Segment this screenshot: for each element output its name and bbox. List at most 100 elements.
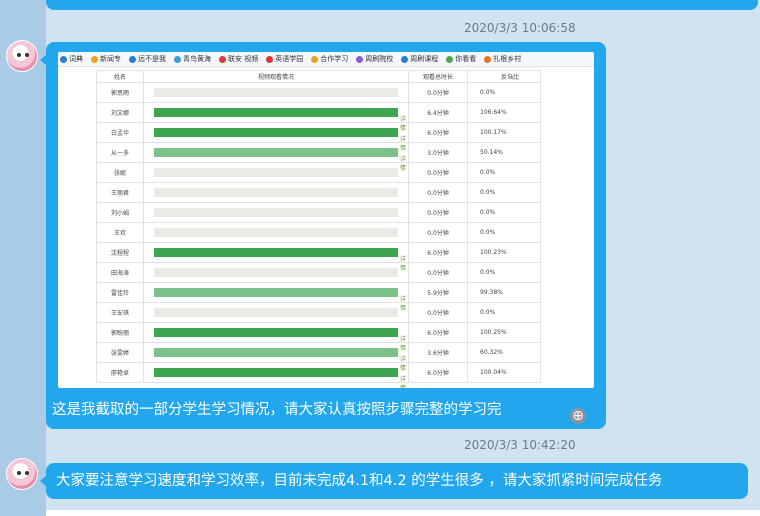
watch-ratio: 100.23% (467, 242, 541, 263)
zoom-icon[interactable]: ⊕ (570, 408, 586, 424)
progress-fill (154, 288, 398, 297)
sender-avatar[interactable] (6, 40, 38, 72)
video-progress-cell: 详情 (143, 362, 409, 388)
student-name: 王欢 (96, 222, 144, 243)
bookmark-label: 扎根乡村 (493, 55, 522, 63)
table-row: 白孟华 详情 6.0分钟 100.17% (96, 122, 541, 152)
bookmark-label: 青鸟黄海 (183, 55, 211, 63)
student-name: 刘小娟 (96, 202, 144, 223)
bookmark-icon (174, 55, 181, 63)
video-progress-cell: 详情 (143, 322, 409, 352)
progress-track (154, 188, 398, 197)
watch-ratio: 0.0% (467, 302, 541, 323)
bookmark-icon (266, 55, 274, 63)
student-name: 从一多 (96, 142, 144, 163)
video-progress-cell: 详情 (143, 342, 409, 372)
header-ratio: 反刍比 (467, 70, 541, 83)
bookmark-label: 合作学习 (320, 55, 349, 63)
student-name: 郭思雨 (96, 82, 144, 103)
student-name: 雷佳玲 (96, 282, 144, 303)
progress-fill (154, 248, 398, 257)
progress-track (154, 328, 398, 337)
progress-track (154, 128, 398, 137)
header-name: 姓名 (96, 70, 144, 83)
bookmark-label: 周刷院校 (365, 55, 394, 63)
bookmark-item[interactable]: 你看看 (446, 54, 476, 64)
video-progress-cell: 详情 (143, 242, 409, 272)
video-progress-cell (143, 202, 409, 223)
bookmark-item[interactable]: 联安 视频 (219, 54, 258, 64)
next-message-edge (46, 510, 760, 516)
student-name: 郭盼丽 (96, 322, 144, 343)
student-name: 白孟华 (96, 122, 144, 143)
watch-duration: 3.6分钟 (408, 342, 468, 363)
watch-ratio: 100.25% (467, 322, 541, 343)
bookmark-item[interactable]: 词典 (60, 54, 83, 64)
progress-fill (154, 328, 398, 337)
watch-ratio: 0.0% (467, 262, 541, 283)
student-name: 田海涛 (96, 262, 144, 283)
progress-fill (154, 108, 398, 117)
bookmark-item[interactable]: 扎根乡村 (484, 54, 521, 64)
bookmark-item[interactable]: 合作学习 (311, 54, 348, 64)
bookmark-item[interactable]: 英语学园 (266, 54, 303, 64)
video-progress-cell (143, 222, 409, 243)
bookmark-item[interactable]: 远不是我 (129, 54, 166, 64)
watch-duration: 6.0分钟 (408, 122, 468, 143)
student-name: 张雯婷 (96, 342, 144, 363)
bookmark-label: 周刷课程 (410, 55, 439, 63)
progress-track (154, 168, 398, 177)
table-row: 雷佳玲 详情 5.9分钟 99.38% (96, 282, 541, 312)
message-text: 大家要注意学习速度和学习效率，目前未完成4.1和4.2 的学生很多 ，请大家抓紧… (56, 473, 663, 489)
chat-sidebar (0, 0, 46, 516)
video-progress-cell (143, 162, 409, 183)
bookmark-icon (356, 55, 364, 63)
watch-duration: 6.0分钟 (408, 362, 468, 383)
table-row: 郭盼丽 详情 6.0分钟 100.25% (96, 322, 541, 352)
watch-ratio: 50.14% (467, 142, 541, 163)
progress-track (154, 308, 398, 317)
watch-ratio: 100.04% (467, 362, 541, 383)
student-name: 张妮 (96, 162, 144, 183)
bookmark-item[interactable]: 青鸟黄海 (174, 54, 211, 64)
progress-fill (154, 148, 398, 157)
bookmark-label: 词典 (69, 55, 83, 63)
progress-fill (154, 348, 398, 357)
progress-fill (154, 368, 398, 377)
bookmark-icon (401, 55, 409, 63)
message-timestamp-2: 2020/3/3 10:42:20 (464, 438, 576, 452)
previous-message-bubble[interactable] (46, 0, 758, 10)
video-progress-cell: 详情 (143, 122, 409, 152)
bookmark-icon (129, 55, 136, 63)
image-caption: 这是我截取的一部分学生学习情况，请大家认真按照步骤完整的学习完 (52, 402, 502, 418)
bookmark-item[interactable]: 周刷课程 (401, 54, 438, 64)
detail-link[interactable]: 详情 (400, 374, 408, 388)
table-row: 田海涛 0.0分钟 0.0% (96, 262, 541, 283)
student-name: 沈程程 (96, 242, 144, 263)
bookmark-icon (91, 55, 98, 63)
bookmark-icon (219, 55, 226, 63)
progress-track (154, 88, 398, 97)
table-row: 王欢 0.0分钟 0.0% (96, 222, 541, 243)
text-message-bubble[interactable]: 大家要注意学习速度和学习效率，目前未完成4.1和4.2 的学生很多 ，请大家抓紧… (40, 463, 748, 499)
progress-track (154, 268, 398, 277)
sender-avatar-2[interactable] (6, 458, 38, 490)
screenshot-image[interactable]: 词典 新闻专 远不是我 青鸟黄海 联安 视频 英语学园 合作学习 周刷院校 周刷课程 你看看 扎根乡… (58, 52, 594, 388)
student-name: 廖艳卓 (96, 362, 144, 383)
bookmark-icon (311, 55, 319, 63)
video-progress-cell: 详情 (143, 142, 409, 172)
video-progress-cell: 详情 (143, 102, 409, 132)
progress-track (154, 148, 398, 157)
bookmark-item[interactable]: 新闻专 (91, 54, 121, 64)
bookmark-item[interactable]: 周刷院校 (356, 54, 393, 64)
bookmark-icon (60, 55, 67, 63)
message-timestamp: 2020/3/3 10:06:58 (464, 21, 576, 35)
image-message-bubble[interactable]: 词典 新闻专 远不是我 青鸟黄海 联安 视频 英语学园 合作学习 周刷院校 周刷课程 你看看 扎根乡… (40, 42, 606, 429)
student-name: 王丽君 (96, 182, 144, 203)
watch-duration: 0.0分钟 (408, 222, 468, 243)
progress-track (154, 228, 398, 237)
table-row: 沈程程 详情 6.0分钟 100.23% (96, 242, 541, 272)
video-progress-cell (143, 262, 409, 283)
progress-track (154, 208, 398, 217)
video-progress-cell (143, 82, 409, 103)
